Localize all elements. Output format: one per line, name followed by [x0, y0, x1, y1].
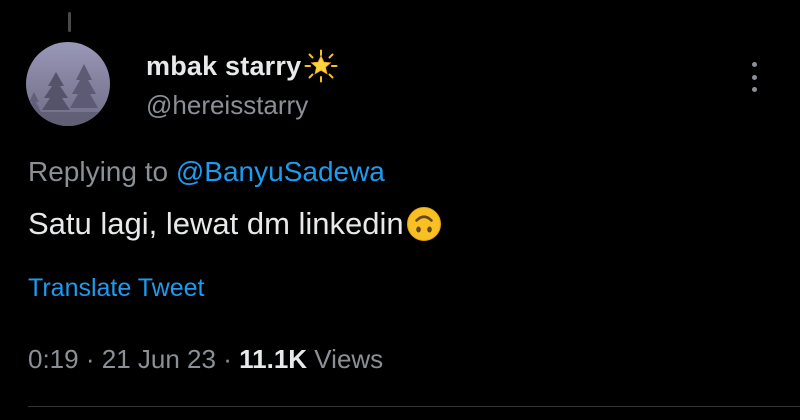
replying-to-line: Replying to @BanyuSadewa	[28, 154, 385, 190]
meta-separator: ·	[85, 344, 95, 374]
views-count[interactable]: 11.1K	[239, 344, 307, 374]
tweet-body: Satu lagi, lewat dm linkedin	[28, 202, 442, 246]
views-label: Views	[314, 344, 384, 374]
divider	[28, 406, 800, 407]
author-name-row[interactable]: mbak starry	[146, 48, 338, 84]
reply-mention-link[interactable]: @BanyuSadewa	[176, 156, 385, 187]
upside-down-face-icon	[406, 207, 441, 241]
display-name[interactable]: mbak starry	[146, 48, 301, 84]
thread-connector-line	[68, 12, 71, 32]
author-handle[interactable]: @hereisstarry	[146, 88, 308, 122]
glowing-star-icon	[304, 49, 338, 83]
more-vertical-icon[interactable]	[744, 62, 764, 92]
translate-tweet-link[interactable]: Translate Tweet	[28, 272, 204, 304]
tweet-date[interactable]: 21 Jun 23	[102, 344, 216, 374]
tweet-text: Satu lagi, lewat dm linkedin	[28, 206, 404, 241]
avatar[interactable]	[26, 42, 110, 126]
meta-separator: ·	[223, 344, 232, 374]
replying-to-label: Replying to	[28, 156, 169, 187]
avatar-image	[26, 64, 110, 126]
tweet-time[interactable]: 0:19	[28, 344, 79, 374]
tweet-meta: 0:19 · 21 Jun 23 · 11.1K Views	[28, 342, 383, 376]
